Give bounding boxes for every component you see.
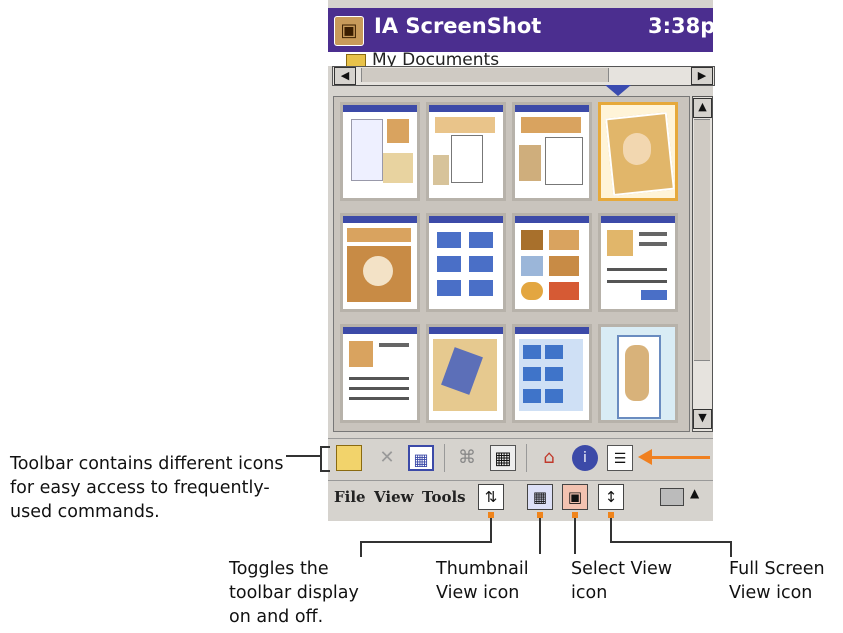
thumbnail[interactable] (512, 102, 592, 201)
delete-icon[interactable]: ✕ (374, 445, 400, 471)
callout-line-select (574, 518, 576, 554)
callout-line-fullscreen (610, 541, 732, 543)
thumbnail[interactable] (598, 213, 678, 312)
full-screen-view-icon[interactable]: ↕ (598, 484, 624, 510)
annotation-toolbar: Toolbar contains different icons for eas… (10, 454, 284, 522)
callout-line-toolbar (320, 446, 322, 472)
vertical-scroll-thumb[interactable] (694, 119, 710, 361)
keyboard-icon[interactable] (660, 488, 684, 506)
thumbnail-view-icon[interactable]: ▦ (527, 484, 553, 510)
callout-line-toggle (360, 541, 492, 543)
thumbnail[interactable] (426, 102, 506, 201)
home-icon[interactable]: ⌂ (536, 445, 562, 471)
callout-line-fullscreen (730, 541, 732, 557)
menu-view[interactable]: View (374, 488, 414, 506)
print-icon[interactable]: ▦ (490, 445, 516, 471)
arrow-line (650, 456, 710, 459)
thumbnail[interactable] (512, 213, 592, 312)
annotation-fullscreen: Full Screen View icon (729, 559, 825, 603)
callout-line-toolbar (320, 470, 330, 472)
thumbnail-selected[interactable] (598, 102, 678, 201)
scroll-left-icon[interactable]: ◀ (334, 67, 356, 85)
callout-line-toolbar (320, 446, 330, 448)
toolbar-separator (444, 444, 445, 472)
app-title: IA ScreenShot (374, 14, 542, 38)
toolbar-toggle-icon[interactable]: ⇅ (478, 484, 504, 510)
arrow-left-icon (638, 449, 652, 465)
callout-line-thumbnail (539, 518, 541, 554)
annotation-thumbnail: Thumbnail View icon (436, 559, 529, 603)
info-icon[interactable]: i (572, 445, 598, 471)
thumbnail[interactable] (340, 324, 420, 423)
thumbnail-grid (333, 96, 690, 432)
thumbnail[interactable] (340, 102, 420, 201)
thumbnail[interactable] (426, 213, 506, 312)
vertical-scrollbar[interactable]: ▲ ▼ (692, 96, 713, 432)
view-position-marker-icon (605, 85, 631, 96)
thumbnail[interactable] (340, 213, 420, 312)
scroll-right-icon[interactable]: ▶ (691, 67, 713, 85)
menu-file[interactable]: File (334, 488, 366, 506)
app-logo-icon[interactable]: ▣ (334, 16, 364, 46)
clock: 3:38p (648, 14, 716, 38)
thumbnail[interactable] (512, 324, 592, 423)
crop-icon[interactable]: ⌘ (454, 445, 480, 471)
callout-line-toggle (490, 518, 492, 542)
list-view-icon[interactable]: ☰ (607, 445, 633, 471)
scroll-down-icon[interactable]: ▼ (693, 409, 712, 429)
horizontal-scrollbar[interactable]: ◀ ▶ (332, 66, 715, 86)
thumbnail-grid-icon[interactable]: ▦ (408, 445, 434, 471)
horizontal-scroll-thumb[interactable] (361, 68, 609, 82)
thumbnail[interactable] (598, 324, 678, 423)
toolbar-separator (526, 444, 527, 472)
annotation-select: Select View icon (571, 559, 673, 603)
annotation-toggle: Toggles the toolbar display on and off. (229, 559, 359, 627)
callout-line-toggle (360, 541, 362, 557)
menu-tools[interactable]: Tools (422, 488, 466, 506)
thumbnail[interactable] (426, 324, 506, 423)
select-view-icon[interactable]: ▣ (562, 484, 588, 510)
new-folder-icon[interactable] (336, 445, 362, 471)
callout-line-fullscreen (610, 518, 612, 542)
scroll-up-icon[interactable]: ▲ (693, 98, 712, 118)
keyboard-toggle-icon[interactable]: ▲ (690, 486, 699, 500)
